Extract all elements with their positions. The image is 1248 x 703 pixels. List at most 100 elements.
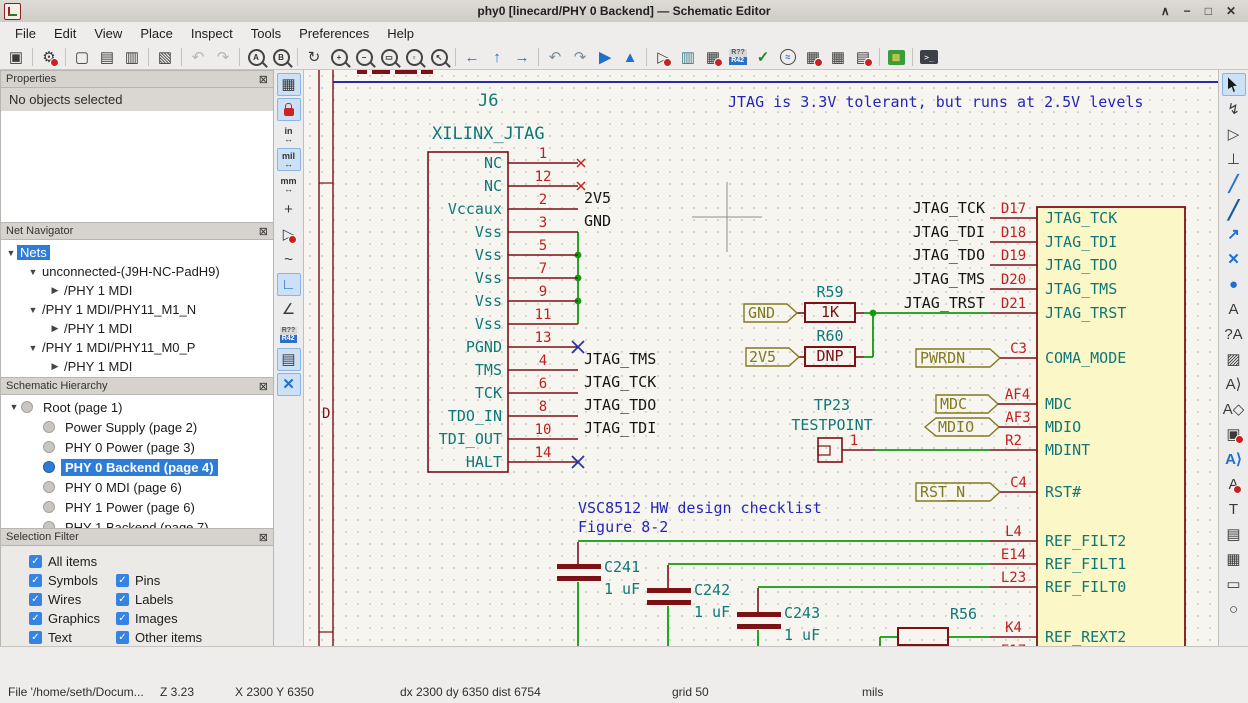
find-replace-button[interactable]: B bbox=[269, 46, 293, 68]
net-tree-item[interactable]: ▼/PHY 1 MDI/PHY11_M0_P bbox=[5, 338, 273, 357]
menu-edit[interactable]: Edit bbox=[45, 23, 85, 44]
draw-wire-button[interactable]: ╱ bbox=[1222, 173, 1246, 196]
text-box-button[interactable]: ▤ bbox=[1222, 523, 1246, 546]
shade-button[interactable]: ∧ bbox=[1161, 4, 1170, 18]
chevron-down-icon[interactable]: ▼ bbox=[27, 343, 39, 353]
menu-place[interactable]: Place bbox=[131, 23, 182, 44]
crosshair-cursor-button[interactable]: + bbox=[277, 198, 301, 221]
redo-button[interactable]: ↷ bbox=[211, 46, 235, 68]
global-label-button[interactable]: A⟩ bbox=[1222, 373, 1246, 396]
chevron-down-icon[interactable]: ▼ bbox=[7, 402, 21, 412]
net-tree-item[interactable]: ▼/PHY 1 MDI/PHY11_M1_N bbox=[5, 300, 273, 319]
checkbox-checked-icon[interactable]: ✓ bbox=[29, 612, 42, 625]
checkbox-checked-icon[interactable]: ✓ bbox=[29, 631, 42, 644]
filter-option-other-items[interactable]: ✓Other items bbox=[116, 630, 202, 645]
navigate-back-button[interactable]: ← bbox=[460, 46, 484, 68]
chevron-right-icon[interactable]: ▶ bbox=[49, 285, 61, 296]
show-hidden-pins-button[interactable]: ▷ bbox=[277, 223, 301, 246]
no-connect-flag-button[interactable]: ✕ bbox=[1222, 248, 1246, 271]
annotate-auto-button[interactable]: R??R42 bbox=[277, 323, 301, 346]
filter-option-graphics[interactable]: ✓Graphics bbox=[29, 611, 116, 626]
annotate-button[interactable]: R??R42 bbox=[726, 46, 750, 68]
junction-button[interactable]: ● bbox=[1222, 273, 1246, 296]
filter-option-labels[interactable]: ✓Labels bbox=[116, 592, 173, 607]
net-tree-item[interactable]: ▼unconnected-(J9H-NC-PadH9) bbox=[5, 262, 273, 281]
hierarchy-item[interactable]: PHY 1 Power (page 6) bbox=[7, 497, 273, 517]
hierarchical-label-button[interactable]: A⟩ bbox=[1222, 448, 1246, 471]
chevron-right-icon[interactable]: ▶ bbox=[49, 323, 61, 334]
filter-option-text[interactable]: ✓Text bbox=[29, 630, 116, 645]
place-symbol-button[interactable]: ▷ bbox=[1222, 123, 1246, 146]
assign-footprints-button[interactable]: ▦ bbox=[801, 46, 825, 68]
hierarchy-item[interactable]: PHY 0 Power (page 3) bbox=[7, 437, 273, 457]
close-icon[interactable]: ⊠ bbox=[259, 531, 268, 544]
mirror-horizontal-button[interactable]: ▲ bbox=[618, 46, 642, 68]
net-tree-item[interactable]: ▶/PHY 1 MDI bbox=[5, 281, 273, 300]
place-power-port-button[interactable]: ⊥ bbox=[1222, 148, 1246, 171]
wire-to-bus-entry-button[interactable]: ↗ bbox=[1222, 223, 1246, 246]
navigate-forward-button[interactable]: → bbox=[510, 46, 534, 68]
checkbox-checked-icon[interactable]: ✓ bbox=[29, 555, 42, 568]
menu-inspect[interactable]: Inspect bbox=[182, 23, 242, 44]
draw-bus-button[interactable]: ╱ bbox=[1222, 198, 1246, 221]
wire-mode-45-button[interactable]: ∠ bbox=[277, 298, 301, 321]
bom-button[interactable]: ▤ bbox=[851, 46, 875, 68]
hierarchical-sheet-button[interactable]: ▣ bbox=[1222, 423, 1246, 446]
chevron-right-icon[interactable]: ▶ bbox=[49, 361, 61, 372]
browse-symbol-libraries-button[interactable]: ▥ bbox=[676, 46, 700, 68]
wire-mode-free-button[interactable]: ~ bbox=[277, 248, 301, 271]
wire-mode-90-button[interactable]: ∟ bbox=[277, 273, 301, 296]
simulator-button[interactable]: ≈ bbox=[776, 46, 800, 68]
units-inches-button[interactable]: in bbox=[277, 123, 301, 146]
filter-option-symbols[interactable]: ✓Symbols bbox=[29, 573, 116, 588]
checkbox-checked-icon[interactable]: ✓ bbox=[116, 631, 129, 644]
menu-help[interactable]: Help bbox=[378, 23, 423, 44]
zoom-fit-button[interactable]: ▭ bbox=[377, 46, 401, 68]
refresh-button[interactable]: ↻ bbox=[302, 46, 326, 68]
net-tree-item[interactable]: ▶/PHY 1 MDI bbox=[5, 357, 273, 376]
find-button[interactable]: A bbox=[244, 46, 268, 68]
schematic-canvas[interactable]: J6XILINX_JTAGR591KR60DNPR56R57TP23TESTPO… bbox=[304, 70, 1218, 646]
filter-option-wires[interactable]: ✓Wires bbox=[29, 592, 116, 607]
grid-override-lock-button[interactable] bbox=[277, 98, 301, 121]
plot-button[interactable]: ▥ bbox=[120, 46, 144, 68]
checkbox-checked-icon[interactable]: ✓ bbox=[116, 593, 129, 606]
symbol-fields-table-button[interactable]: ▦ bbox=[826, 46, 850, 68]
minimize-button[interactable]: − bbox=[1184, 4, 1191, 18]
rotate-ccw-button[interactable]: ↶ bbox=[543, 46, 567, 68]
toggle-grid-button[interactable]: ▦ bbox=[277, 73, 301, 96]
zoom-in-button[interactable]: + bbox=[327, 46, 351, 68]
zoom-to-selection-button[interactable]: ↖ bbox=[427, 46, 451, 68]
edit-symbol-library-links-button[interactable]: ▦ bbox=[701, 46, 725, 68]
zoom-out-button[interactable]: − bbox=[352, 46, 376, 68]
close-icon[interactable]: ⊠ bbox=[259, 225, 268, 238]
units-mm-button[interactable]: mm bbox=[277, 173, 301, 196]
circle-button[interactable]: ○ bbox=[1222, 598, 1246, 621]
scripting-console-button[interactable]: >_ bbox=[917, 46, 941, 68]
menu-preferences[interactable]: Preferences bbox=[290, 23, 378, 44]
tools-panel-button[interactable]: ✕ bbox=[277, 373, 301, 396]
maximize-button[interactable]: □ bbox=[1205, 4, 1212, 18]
save-button[interactable]: ▣ bbox=[4, 46, 28, 68]
filter-option-all-items[interactable]: ✓All items bbox=[29, 554, 116, 569]
chevron-down-icon[interactable]: ▼ bbox=[27, 267, 39, 277]
checkbox-checked-icon[interactable]: ✓ bbox=[116, 574, 129, 587]
filter-option-images[interactable]: ✓Images bbox=[116, 611, 178, 626]
chevron-down-icon[interactable]: ▼ bbox=[27, 305, 39, 315]
checkbox-checked-icon[interactable]: ✓ bbox=[116, 612, 129, 625]
rotate-cw-button[interactable]: ↷ bbox=[568, 46, 592, 68]
chevron-down-icon[interactable]: ▼ bbox=[5, 248, 17, 258]
hierarchy-item[interactable]: PHY 0 MDI (page 6) bbox=[7, 477, 273, 497]
checkbox-checked-icon[interactable]: ✓ bbox=[29, 593, 42, 606]
close-icon[interactable]: ⊠ bbox=[259, 73, 268, 86]
hierarchy-item[interactable]: PHY 0 Backend (page 4) bbox=[7, 457, 273, 477]
erc-button[interactable]: ✓ bbox=[751, 46, 775, 68]
import-sheet-pin-button[interactable]: A bbox=[1222, 473, 1246, 496]
net-label-button[interactable]: A bbox=[1222, 298, 1246, 321]
hierarchy-item[interactable]: ▼Root (page 1) bbox=[7, 397, 273, 417]
close-button[interactable]: ✕ bbox=[1226, 4, 1236, 18]
menu-view[interactable]: View bbox=[85, 23, 131, 44]
mirror-vertical-button[interactable]: ▶ bbox=[593, 46, 617, 68]
menu-file[interactable]: File bbox=[6, 23, 45, 44]
menu-tools[interactable]: Tools bbox=[242, 23, 290, 44]
